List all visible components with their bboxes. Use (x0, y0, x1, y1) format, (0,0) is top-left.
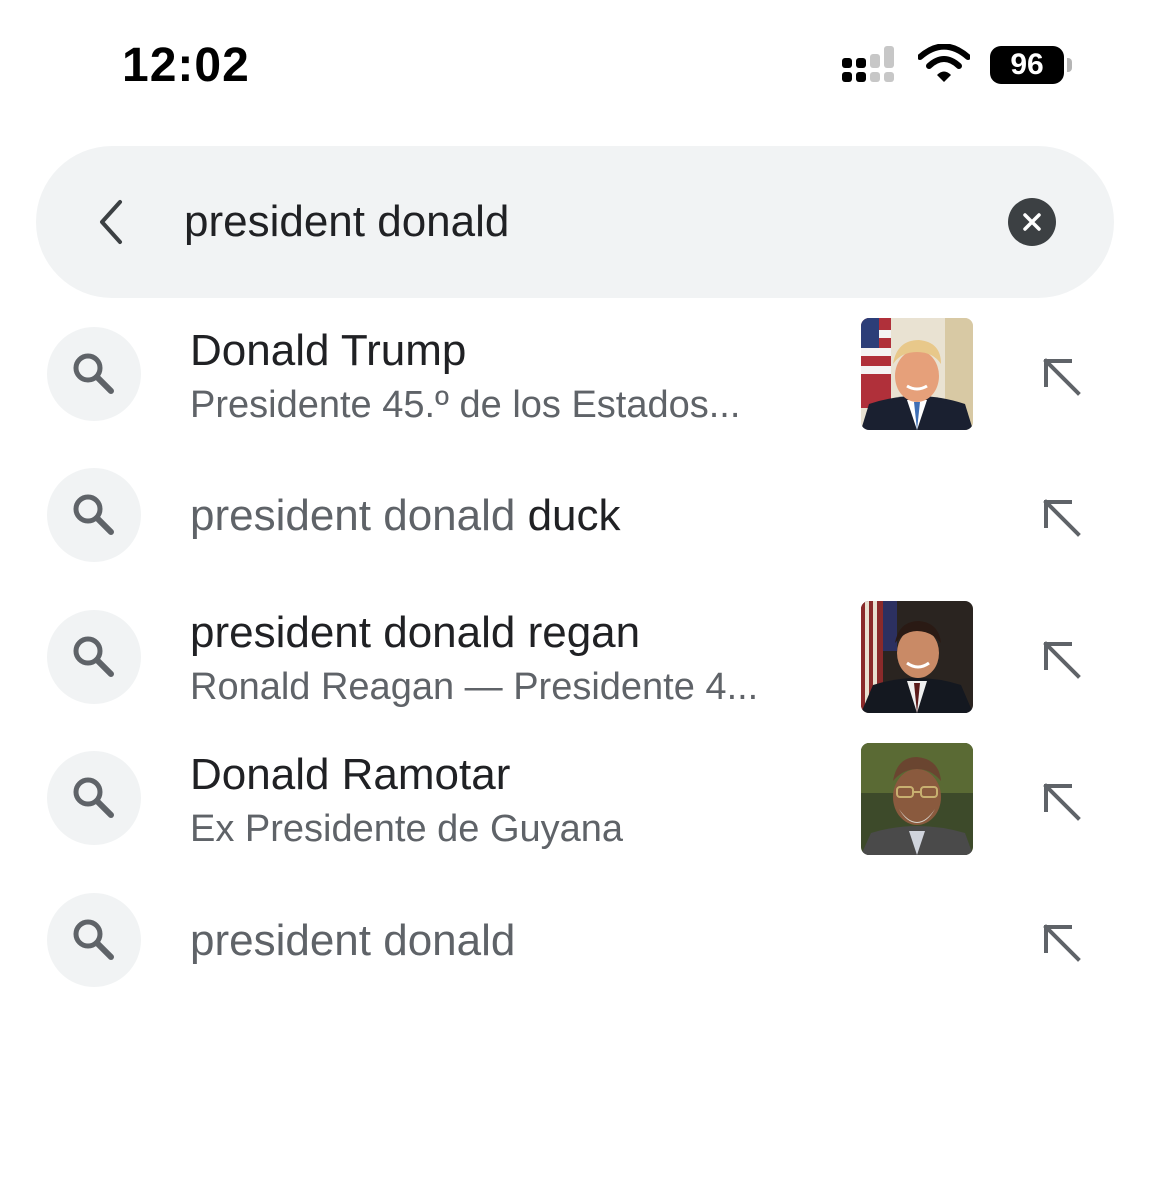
suggestion-item-president-donald[interactable]: president donald (0, 876, 1150, 1006)
suggestion-subtitle: Ex Presidente de Guyana (190, 808, 624, 850)
suggestion-item-donald-duck[interactable]: president donald duck (0, 451, 1150, 581)
search-icon-container (47, 468, 141, 562)
suggestion-title: president donald duck (190, 491, 621, 541)
fill-query-arrow-icon[interactable] (1040, 638, 1084, 682)
ronald-reagan-thumbnail (861, 601, 973, 713)
suggestion-subtitle: Presidente 45.º de los Estados... (190, 384, 741, 426)
suggestion-title: Donald Ramotar (190, 750, 511, 799)
search-icon-container (47, 893, 141, 987)
search-icon-container (47, 751, 141, 845)
clear-search-button[interactable] (1008, 198, 1056, 246)
wifi-icon (918, 44, 970, 82)
screen: 12:02 96 president donald Donald Trump P… (0, 0, 1150, 1200)
suggestion-title: Donald Trump (190, 326, 467, 375)
battery-indicator: 96 (990, 46, 1074, 84)
suggestion-title-prefix: president donald (190, 916, 516, 965)
battery-level: 96 (990, 46, 1064, 84)
suggestion-title-prefix: president donald (190, 491, 516, 540)
battery-cap (1067, 58, 1072, 72)
search-icon (73, 777, 114, 818)
cellular-signal-icon (842, 46, 894, 82)
search-icon (73, 494, 114, 535)
search-icon (73, 636, 114, 677)
back-chevron-icon[interactable] (96, 198, 126, 246)
donald-trump-thumbnail (861, 318, 973, 430)
suggestion-item-donald-regan[interactable]: president donald regan Ronald Reagan — P… (0, 592, 1150, 722)
search-input[interactable] (184, 190, 984, 254)
fill-query-arrow-icon[interactable] (1040, 921, 1084, 965)
fill-query-arrow-icon[interactable] (1040, 496, 1084, 540)
search-icon-container (47, 327, 141, 421)
search-bar (36, 146, 1114, 298)
search-icon (73, 919, 114, 960)
search-icon-container (47, 610, 141, 704)
search-icon (73, 353, 114, 394)
fill-query-arrow-icon[interactable] (1040, 355, 1084, 399)
suggestion-title: president donald regan (190, 608, 641, 657)
status-bar: 12:02 96 (0, 0, 1150, 120)
status-time: 12:02 (122, 39, 250, 92)
suggestion-title: president donald (190, 916, 515, 966)
donald-ramotar-thumbnail (861, 743, 973, 855)
suggestion-item-donald-ramotar[interactable]: Donald Ramotar Ex Presidente de Guyana (0, 734, 1150, 864)
suggestion-item-donald-trump[interactable]: Donald Trump Presidente 45.º de los Esta… (0, 310, 1150, 440)
suggestion-subtitle: Ronald Reagan — Presidente 4... (190, 666, 759, 708)
close-icon (1023, 213, 1041, 231)
suggestion-title-suffix: duck (515, 491, 621, 540)
fill-query-arrow-icon[interactable] (1040, 780, 1084, 824)
